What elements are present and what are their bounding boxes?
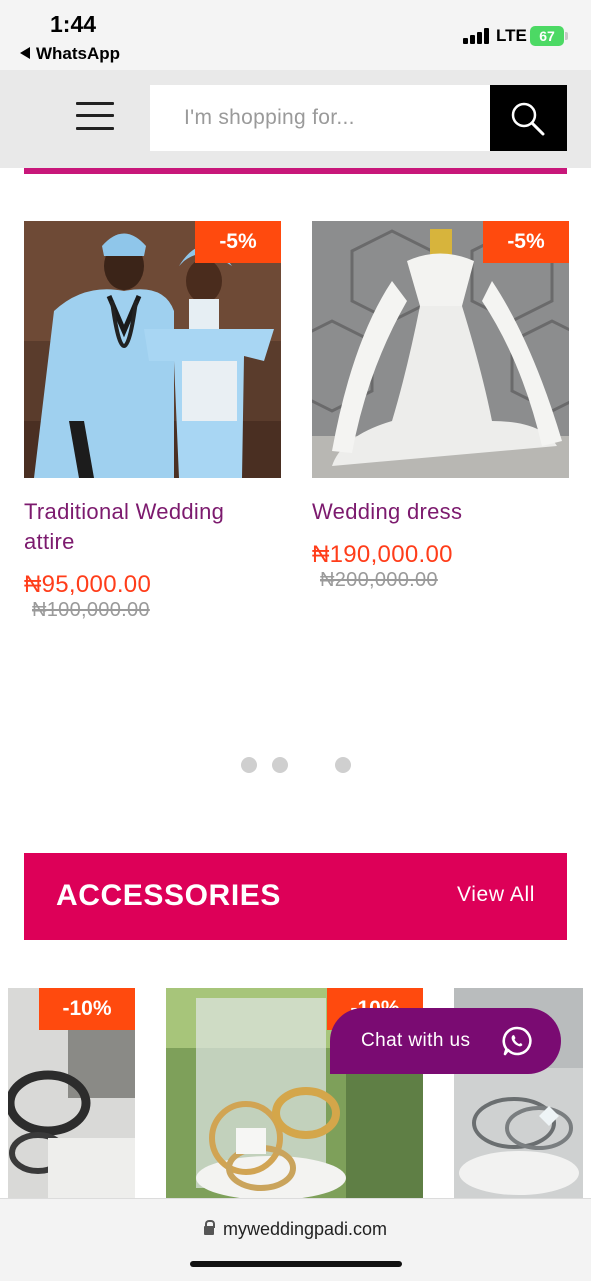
product-name[interactable]: Wedding dress xyxy=(312,497,562,527)
back-app-label: WhatsApp xyxy=(36,44,121,63)
search-icon xyxy=(511,102,545,136)
discount-badge: -10% xyxy=(39,988,135,1030)
accessories-section-header: ACCESSORIES View All xyxy=(24,853,567,940)
accessory-product-image[interactable]: -10% xyxy=(8,988,135,1198)
product-image[interactable]: -5% xyxy=(312,221,569,478)
network-label: LTE xyxy=(496,26,527,45)
lock-icon xyxy=(203,1220,215,1235)
signal-icon xyxy=(463,28,491,44)
carousel-dot[interactable] xyxy=(241,757,257,773)
view-all-link[interactable]: View All xyxy=(457,883,535,907)
back-to-app-link[interactable]: WhatsApp xyxy=(20,44,120,64)
battery-icon: 67 xyxy=(530,26,568,46)
discount-badge: -5% xyxy=(195,221,281,263)
chat-with-us-button[interactable]: Chat with us xyxy=(330,1008,561,1074)
product-price: ₦190,000.00 xyxy=(312,541,453,568)
home-indicator[interactable] xyxy=(190,1261,402,1267)
discount-badge: -5% xyxy=(483,221,569,263)
back-arrow-icon xyxy=(20,46,30,59)
section-title: ACCESSORIES xyxy=(56,879,281,912)
status-bar: 1:44 WhatsApp LTE 67 xyxy=(0,0,591,70)
battery-level: 67 xyxy=(539,28,555,44)
product-image[interactable]: -5% xyxy=(24,221,281,478)
section-divider xyxy=(24,168,567,174)
product-old-price: ₦100,000.00 xyxy=(32,599,150,621)
product-card[interactable]: -5% Traditional Wedding attire ₦95,000.0… xyxy=(24,221,281,631)
product-name[interactable]: Traditional Wedding attire xyxy=(24,497,274,557)
product-price: ₦95,000.00 xyxy=(24,571,152,598)
product-card[interactable]: -5% Wedding dress ₦190,000.00 ₦200,000.0… xyxy=(312,221,569,601)
menu-icon[interactable] xyxy=(76,102,114,130)
carousel-dot[interactable] xyxy=(272,757,288,773)
whatsapp-icon xyxy=(502,1026,532,1056)
search-input[interactable]: I'm shopping for... xyxy=(150,85,490,151)
chat-label: Chat with us xyxy=(361,1030,471,1051)
product-old-price: ₦200,000.00 xyxy=(320,569,438,591)
carousel-dot[interactable] xyxy=(335,757,351,773)
address-bar[interactable]: myweddingpadi.com xyxy=(0,1219,591,1240)
search-button[interactable] xyxy=(490,85,567,151)
browser-bottom-bar: myweddingpadi.com xyxy=(0,1198,591,1281)
url-text: myweddingpadi.com xyxy=(222,1219,388,1239)
status-time: 1:44 xyxy=(50,11,97,37)
